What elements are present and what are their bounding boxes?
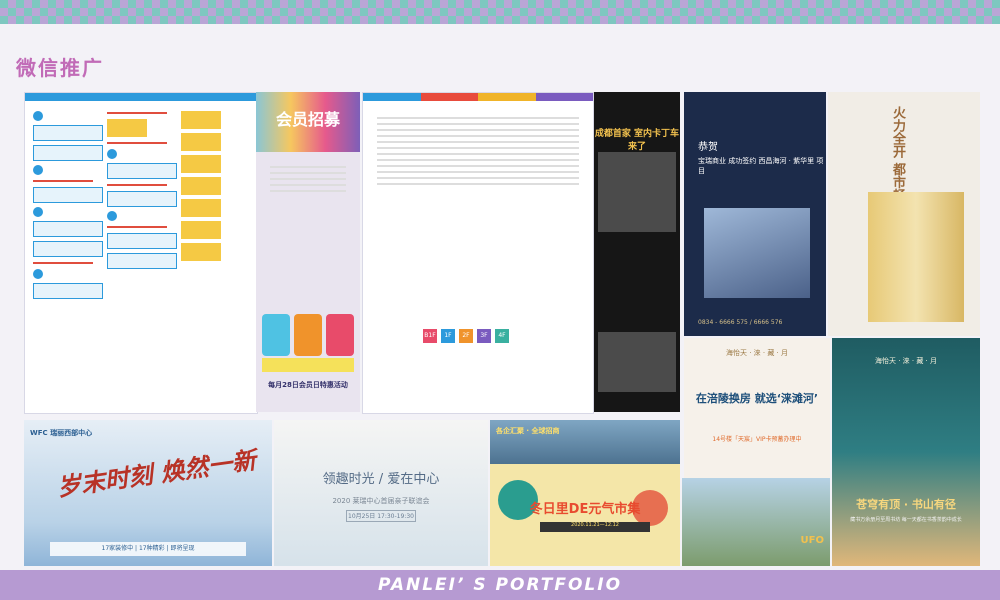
market-city-banner: 各企汇聚 · 全球招商 (490, 420, 680, 464)
market-date: 2020.11.21—12.12 (540, 522, 650, 532)
wfc-bar: 17家装修中 | 17种精彩 | 即将呈现 (50, 542, 246, 556)
card-header-bar (25, 93, 257, 101)
library-sub: 藏书万余册月至周书坊 每一天都在书香茶韵中成长 (850, 517, 962, 523)
portfolio-footer-text: PANLEI’ S PORTFOLIO (377, 575, 623, 595)
checker-banner (0, 0, 1000, 24)
parent-sub: 2020 莱瑞中心首届亲子联谊会 (332, 497, 430, 505)
phone-screens (262, 314, 354, 356)
floor-tabs (363, 93, 593, 101)
ufo-label: UFO (800, 535, 824, 546)
building-illustration (704, 208, 810, 298)
market-city-text: 各企汇聚 · 全球招商 (496, 427, 560, 435)
relocate-date: 14号楼「天宸」VIP卡预蓄办理中 (712, 436, 802, 443)
portfolio-footer: PANLEI’ S PORTFOLIO (0, 570, 1000, 600)
membership-title: 会员招募 (275, 110, 340, 129)
library-card[interactable]: 海怡天 · 涞 · 藏 · 月 苍穹有顶 · 书山有径 藏书万余册月至周书坊 每… (832, 338, 980, 566)
congrats-heading: 恭贺 (698, 142, 718, 153)
golden-tower-illustration (868, 192, 964, 322)
relocate-logo: 海怡天 · 涞 · 藏 · 月 (725, 349, 789, 357)
parent-date: 10月25日 17:30-19:30 (346, 510, 416, 522)
parent-headline: 领趣时光 / 爱在中心 (322, 472, 440, 487)
floor-list (371, 113, 585, 189)
fire-card[interactable]: 火力全开 都市畅赎首站 (828, 92, 980, 336)
membership-flowchart-card[interactable] (24, 92, 258, 414)
market-card[interactable]: 各企汇聚 · 全球招商 冬日里DE元气市集 2020.11.21—12.12 (490, 420, 680, 566)
library-logo: 海怡天 · 涞 · 藏 · 月 (874, 357, 938, 365)
congrats-tel: 0834 - 6666 575 / 6666 576 (698, 319, 783, 326)
floor-guide-card[interactable]: B1F 1F 2F 3F 4F (362, 92, 594, 414)
congrats-body: 宝瑞商业 成功签约 西昌海河 · 紫华里 项目 (698, 157, 824, 175)
market-headline: 冬日里DE元气市集 (529, 502, 641, 517)
library-slogan: 苍穹有顶 · 书山有径 (856, 498, 956, 511)
relocate-headline: 在涪陵换房 就选‘涞滩河’ (695, 392, 819, 405)
wfc-card[interactable]: WFC 瑞丽西部中心 岁末时刻 焕然一新 17家装修中 | 17种精彩 | 即将… (24, 420, 272, 566)
racing-photo-2 (598, 332, 676, 392)
section-title: 微信推广 (16, 56, 104, 80)
parent-event-card[interactable]: 领趣时光 / 爱在中心 2020 莱瑞中心首届亲子联谊会 10月25日 17:3… (274, 420, 488, 566)
racing-heading: 成都首家 室内卡丁车来了 (594, 129, 680, 152)
flow-column-2 (107, 107, 177, 399)
ufo-card[interactable]: UFO (682, 478, 830, 566)
wfc-logo: WFC 瑞丽西部中心 (30, 429, 93, 437)
congrats-card[interactable]: 恭贺 宝瑞商业 成功签约 西昌海河 · 紫华里 项目 0834 - 6666 5… (684, 92, 826, 336)
membership-text-block (264, 162, 352, 196)
flow-column-1 (33, 107, 103, 399)
flow-column-3 (181, 107, 251, 399)
wfc-headline: 岁末时刻 焕然一新 (55, 446, 258, 502)
membership-recruit-card[interactable]: 会员招募 每月28日会员日特惠活动 (256, 92, 360, 412)
membership-subtitle: 每月28日会员日特惠活动 (268, 381, 348, 389)
cta-banner[interactable] (262, 358, 354, 372)
floor-buttons: B1F 1F 2F 3F 4F (423, 329, 509, 343)
racing-photo-1 (598, 152, 676, 232)
racing-card[interactable]: 成都首家 室内卡丁车来了 (594, 92, 680, 412)
